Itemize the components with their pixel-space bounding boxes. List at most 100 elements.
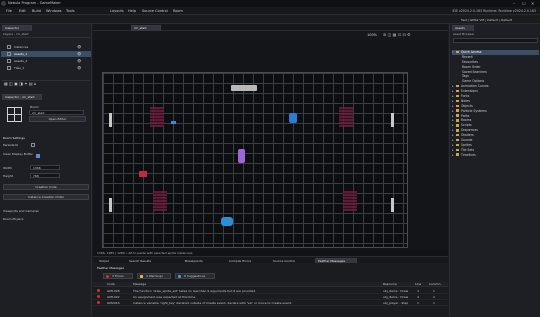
close-button[interactable]: ✕ [531, 1, 534, 6]
tab-assets[interactable]: Assets [452, 25, 474, 31]
error-icon [106, 275, 109, 278]
instances-layer-icon [7, 45, 11, 49]
open-editor-button[interactable]: Open Editor [29, 116, 86, 122]
menu-room[interactable]: Room [173, 9, 183, 13]
tile-layer-icon [7, 66, 11, 70]
asset-browser-panel: Assets Asset Browser ▾ Quick Access Recen… [449, 24, 540, 317]
asset-browser-title: Asset Browser [453, 32, 475, 36]
wall-sprite[interactable] [109, 198, 112, 212]
layer-name: Assets_1 [14, 52, 28, 56]
maximize-button[interactable]: ☐ [522, 1, 526, 6]
eye-icon[interactable]: 👁 [77, 66, 81, 70]
asset-layer-icon [7, 59, 11, 63]
tree-item-timelines[interactable]: ▸ Timelines [452, 153, 539, 158]
room-label: Room [30, 105, 39, 109]
zoom-level[interactable]: 100% [367, 33, 377, 37]
width-field[interactable]: 1366 [30, 165, 60, 170]
folder-icon [456, 124, 459, 127]
room-settings-header[interactable]: Room Settings [3, 136, 25, 140]
folder-icon [456, 94, 459, 98]
error-icon [97, 289, 100, 292]
menu-tools[interactable]: Tools [66, 9, 75, 13]
layers-title: Layers - rm_start [3, 32, 29, 36]
folder-icon [456, 104, 459, 108]
wall-sprite[interactable] [391, 198, 394, 212]
crate-sprite[interactable] [339, 107, 353, 127]
error-icon [97, 301, 100, 304]
asset-tree: ▾ Quick Access Recent Favourites Room Ord… [452, 50, 539, 158]
menu-help[interactable]: Help [128, 9, 136, 13]
message-row[interactable]: GM2016 Instance variable 'right_key' dec… [93, 300, 448, 306]
creation-code-button[interactable]: Creation Code [3, 184, 89, 190]
clear-display-label: Clear Display Buffer [3, 152, 33, 156]
persistent-checkbox[interactable] [31, 143, 35, 147]
player-sprite[interactable] [238, 149, 245, 163]
enemy-sprite[interactable] [221, 217, 233, 226]
menu-windows[interactable]: Windows [46, 9, 62, 13]
layer-name: Tiles_1 [14, 66, 25, 70]
eye-icon[interactable]: 👁 [77, 45, 81, 49]
tab-inspector-room[interactable]: Inspector - rm_start [2, 94, 42, 100]
physics-section[interactable]: Room Physics [3, 217, 24, 221]
layer-row-assets-2[interactable]: Assets_2 👁 [1, 58, 91, 64]
width-label: Width [3, 166, 12, 170]
toolbar-icons[interactable]: ⊞ ◫ ▦ ⊡ ⊟ ⚙ [383, 33, 411, 37]
asset-search-input[interactable] [453, 38, 538, 43]
tab-inspector[interactable]: Inspector [2, 25, 32, 31]
item-sprite[interactable] [171, 121, 176, 124]
layer-name: Assets_2 [14, 59, 28, 63]
gamemaker-logo-icon [1, 1, 6, 6]
crate-sprite[interactable] [153, 191, 167, 211]
menu-source-control[interactable]: Source Control [142, 9, 168, 13]
divider [2, 37, 90, 38]
height-field[interactable]: 768 [30, 173, 60, 178]
folder-icon [456, 143, 459, 147]
room-name-field[interactable]: rm_start [29, 110, 84, 115]
persistent-label: Persistent [3, 143, 18, 147]
layer-row-tiles-1[interactable]: Tiles_1 👁 [1, 65, 91, 71]
folder-icon [456, 114, 459, 117]
output-tab-bar: Output Search Results Breakpoints Compil… [93, 256, 448, 264]
wall-sprite[interactable] [109, 113, 112, 127]
folder-icon [456, 133, 459, 137]
room-canvas[interactable] [102, 72, 408, 248]
crate-sprite[interactable] [343, 191, 357, 211]
menu-build[interactable]: Build [32, 9, 41, 13]
eye-icon[interactable]: 👁 [77, 59, 81, 63]
feather-title: Feather Messages [97, 266, 125, 270]
room-icon [7, 107, 22, 122]
asset-layer-icon [7, 52, 11, 56]
layer-row-instances[interactable]: Instances 👁 [1, 44, 91, 50]
warnings-filter[interactable]: 4 Warnings [137, 273, 171, 279]
warning-icon [140, 275, 143, 278]
layer-name: Instances [14, 45, 29, 49]
menu-layouts[interactable]: Layouts [110, 9, 124, 13]
menu-edit[interactable]: Edit [19, 9, 26, 13]
instance-order-button[interactable]: Instance Creation Order [3, 194, 89, 200]
toolbar-row: Test | GMS2 VM | Default | Default [0, 16, 540, 24]
room-tab-bar: rm_start [93, 24, 448, 31]
layer-tool-icons[interactable]: ▦ ◫ ▣ ◨ ✦ ▤ ⌂ [4, 82, 36, 86]
messages-header: Code Message Resource Line Column [93, 282, 448, 287]
ceiling-lamp-sprite[interactable] [231, 85, 257, 91]
layer-tools: ▦ ◫ ▣ ◨ ✦ ▤ ⌂ [2, 80, 90, 87]
errors-filter[interactable]: 3 Errors [103, 273, 133, 279]
ide-version: IDE v2024.2.0.163 Runtime: Runtime v2024… [452, 9, 536, 13]
clear-display-checkbox[interactable] [36, 154, 40, 158]
viewports-section[interactable]: Viewports and Cameras [3, 209, 39, 213]
crate-sprite[interactable] [150, 107, 164, 127]
menu-file[interactable]: File [6, 9, 12, 13]
enemy-sprite[interactable] [139, 171, 147, 177]
eye-icon[interactable]: 👁 [77, 52, 81, 56]
folder-icon [456, 153, 459, 156]
enemy-sprite[interactable] [289, 113, 297, 123]
minimize-button[interactable]: – [513, 1, 515, 6]
target-selector[interactable]: Test | GMS2 VM | Default | Default [461, 18, 512, 22]
folder-icon [456, 138, 459, 142]
folder-icon [456, 148, 459, 152]
wall-sprite[interactable] [391, 113, 394, 127]
error-icon [97, 295, 100, 298]
layer-row-assets-1[interactable]: Assets_1 👁 [1, 51, 91, 57]
folder-icon [456, 119, 459, 122]
suggestions-filter[interactable]: 6 Suggestions [175, 273, 215, 279]
